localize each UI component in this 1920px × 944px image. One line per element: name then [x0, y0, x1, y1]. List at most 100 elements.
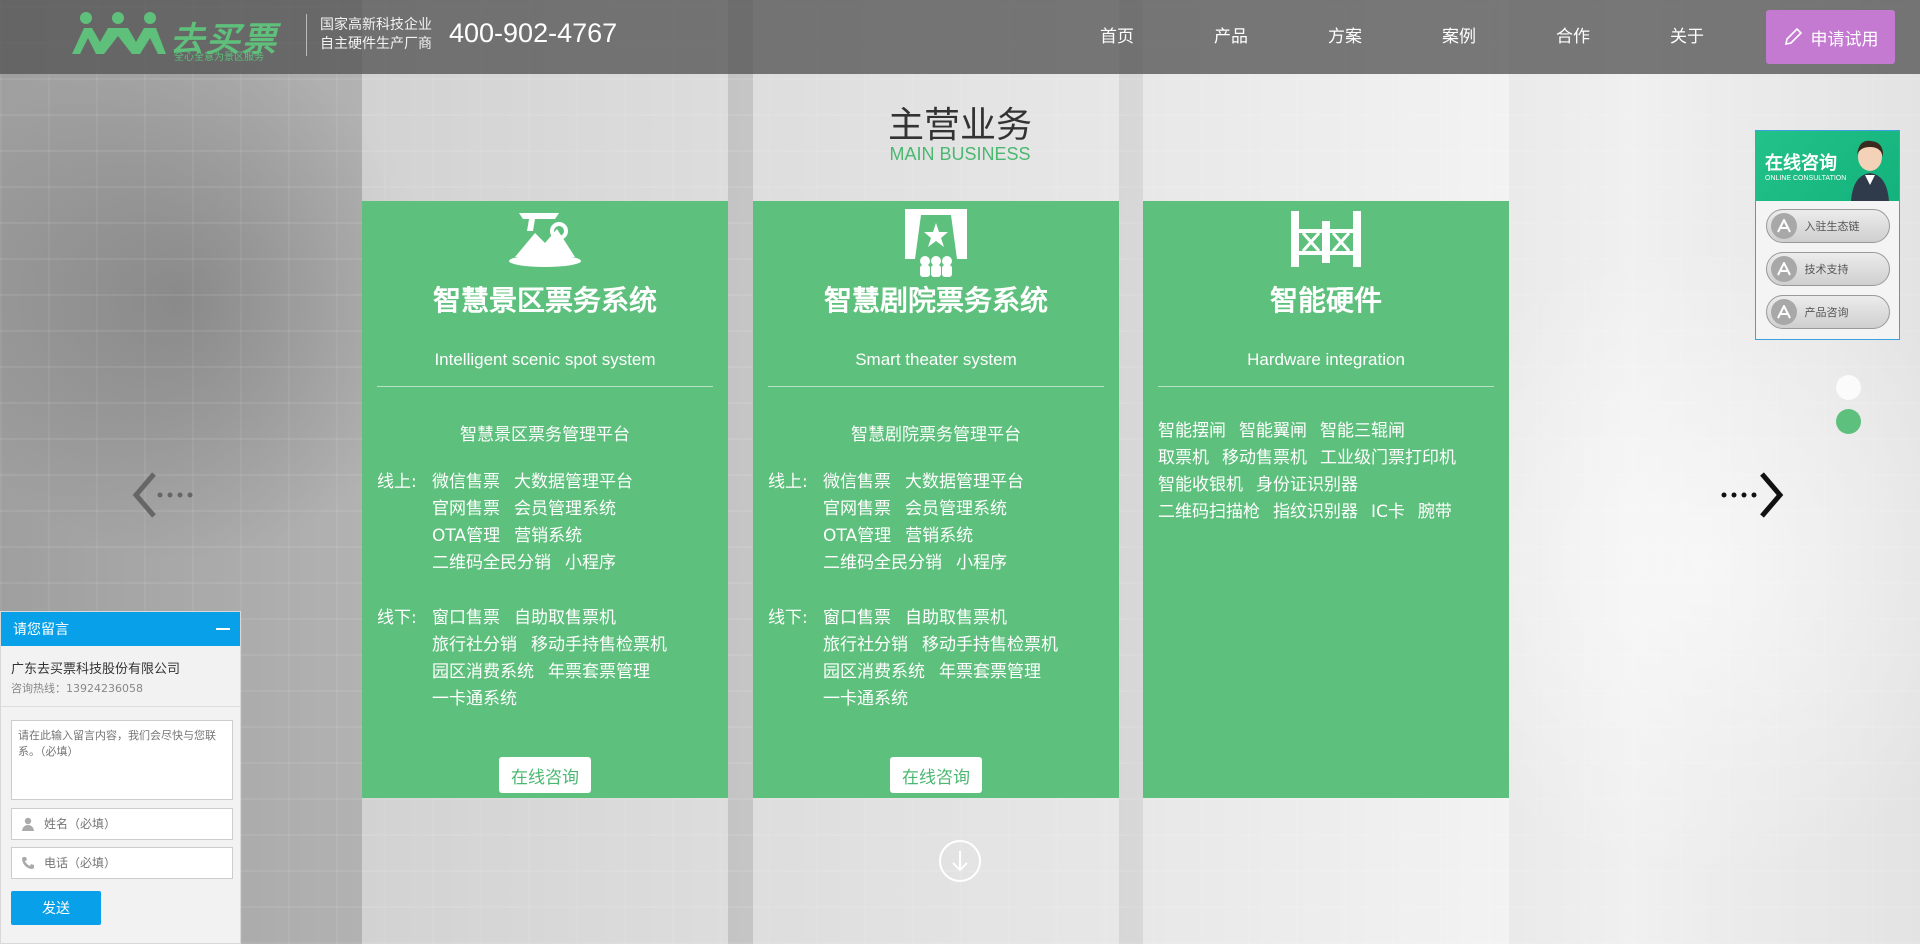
phone-field[interactable] [11, 847, 233, 879]
hardware-item: IC卡 [1371, 502, 1405, 522]
offline-label: 线下: [768, 608, 808, 628]
phone-input[interactable] [44, 856, 224, 870]
consult-option-product[interactable]: 产品咨询 [1765, 295, 1890, 329]
nav-cases[interactable]: 案例 [1402, 0, 1516, 74]
feature-item: 年票套票管理 [939, 662, 1041, 682]
online-label: 线上: [768, 472, 808, 492]
consult-widget-subtitle: ONLINE CONSULTATION [1765, 175, 1847, 182]
prev-slide-button[interactable] [130, 470, 200, 524]
card-divider [768, 386, 1104, 387]
apply-trial-label: 申请试用 [1810, 29, 1879, 50]
name-field[interactable] [11, 808, 233, 840]
feature-item: 窗口售票 [823, 608, 891, 628]
consult-option-label: 技术支持 [1804, 263, 1849, 276]
section-title: 主营业务 [887, 105, 1032, 146]
card-platform: 智慧剧院票务管理平台 [851, 425, 1021, 445]
scenic-mountain-icon [509, 213, 581, 267]
business-card-hardware: 智能硬件 Hardware integration 智能摆闸 智能翼闸 智能三辊闸 … [1143, 201, 1509, 798]
feature-item: 园区消费系统 [823, 662, 925, 682]
hardware-item: 智能摆闸 [1158, 421, 1226, 441]
feature-item: 园区消费系统 [432, 662, 534, 682]
header-divider [306, 14, 307, 56]
main-nav: 首页 产品 方案 案例 合作 关于 [1060, 0, 1744, 74]
nav-home[interactable]: 首页 [1060, 0, 1174, 74]
hardware-item: 工业级门票打印机 [1320, 448, 1456, 468]
leave-message-widget: 请您留言 广东去买票科技股份有限公司 咨询热线：13924236058 发送 [0, 611, 241, 944]
feature-item: OTA管理 [432, 526, 501, 546]
feature-item: 移动手持售检票机 [922, 635, 1058, 655]
apply-trial-button[interactable]: 申请试用 [1766, 10, 1895, 64]
message-widget-header: 请您留言 [1, 612, 240, 646]
hardware-item: 智能收银机 [1158, 475, 1243, 495]
section-subtitle: MAIN BUSINESS [889, 144, 1031, 164]
turnstile-gate-icon [1291, 211, 1361, 267]
hardware-item: 指纹识别器 [1273, 502, 1358, 522]
card-subtitle: Hardware integration [1247, 350, 1405, 369]
send-button[interactable]: 发送 [11, 891, 101, 925]
hardware-item: 智能三辊闸 [1320, 421, 1405, 441]
message-textarea[interactable] [11, 720, 233, 800]
scroll-down-button[interactable] [939, 840, 981, 882]
tagline-line: 自主硬件生产厂商 [320, 36, 432, 52]
feature-item: 一卡通系统 [823, 689, 908, 709]
feature-item: 官网售票 [823, 499, 891, 519]
slide-dot[interactable] [1836, 375, 1861, 400]
logo[interactable]: 去买票 全心全意为景区服务 [70, 10, 290, 63]
people-logo-icon [72, 12, 166, 54]
company-name: 广东去买票科技股份有限公司 [11, 662, 181, 677]
feature-item: 营销系统 [905, 526, 974, 546]
card-title: 智能硬件 [1269, 284, 1382, 317]
feature-item: 年票套票管理 [548, 662, 650, 682]
arrow-left-icon [132, 472, 193, 518]
hotline-text: 咨询热线：13924236058 [11, 682, 143, 695]
feature-item: 微信售票 [432, 472, 500, 492]
hardware-item: 移动售票机 [1222, 448, 1307, 468]
feature-item: 会员管理系统 [514, 499, 616, 519]
hardware-item: 身份证识别器 [1256, 475, 1358, 495]
consult-option-label: 产品咨询 [1804, 306, 1849, 319]
online-features: 线上: 微信售票 大数据管理平台 官网售票 会员管理系统 OTA管理 营销系统 二维码… [377, 469, 647, 577]
theater-icon [905, 209, 967, 277]
consult-option-ecosystem[interactable]: 入驻生态链 [1765, 209, 1890, 243]
user-icon [12, 817, 44, 831]
feature-item: 自助取售票机 [905, 608, 1007, 628]
company-tagline: 国家高新科技企业 自主硬件生产厂商 [320, 16, 432, 54]
divider [1, 706, 240, 707]
next-slide-button[interactable] [1718, 470, 1788, 524]
arrow-down-icon [952, 851, 968, 872]
hardware-item: 取票机 [1158, 448, 1209, 468]
feature-item: 窗口售票 [432, 608, 500, 628]
consult-option-tech-support[interactable]: 技术支持 [1765, 252, 1890, 286]
feature-item: 大数据管理平台 [905, 472, 1024, 492]
nav-cooperation[interactable]: 合作 [1516, 0, 1630, 74]
site-header: 去买票 全心全意为景区服务 国家高新科技企业 自主硬件生产厂商 400-902-… [0, 0, 1920, 74]
online-consult-widget: 在线咨询 ONLINE CONSULTATION 入驻生态链 技术支持 产品咨询 [1755, 130, 1900, 340]
feature-item: OTA管理 [823, 526, 892, 546]
hardware-item: 智能翼闸 [1239, 421, 1307, 441]
nav-products[interactable]: 产品 [1174, 0, 1288, 74]
feature-item: 小程序 [565, 553, 616, 573]
consult-widget-header[interactable]: 在线咨询 ONLINE CONSULTATION [1756, 131, 1899, 201]
name-input[interactable] [44, 817, 224, 831]
feature-item: 旅行社分销 [823, 635, 908, 655]
online-consult-button[interactable]: 在线咨询 [890, 757, 982, 793]
consult-option-label: 入驻生态链 [1804, 220, 1860, 233]
online-consult-button[interactable]: 在线咨询 [499, 757, 591, 793]
card-subtitle: Smart theater system [855, 350, 1017, 369]
slide-dot-active[interactable] [1836, 409, 1861, 434]
feature-item: 小程序 [956, 553, 1007, 573]
feature-item: 营销系统 [514, 526, 583, 546]
minimize-icon[interactable] [216, 628, 230, 630]
phone-icon [12, 856, 44, 870]
feature-item: 自助取售票机 [514, 608, 616, 628]
feature-item: 二维码全民分销 [823, 553, 942, 573]
chat-icon [1770, 299, 1797, 325]
online-label: 线上: [377, 472, 417, 492]
nav-solutions[interactable]: 方案 [1288, 0, 1402, 74]
card-platform: 智慧景区票务管理平台 [460, 425, 630, 445]
nav-about[interactable]: 关于 [1630, 0, 1744, 74]
chat-icon [1770, 213, 1797, 239]
card-subtitle: Intelligent scenic spot system [434, 350, 656, 369]
consult-options: 入驻生态链 技术支持 产品咨询 [1756, 201, 1899, 339]
feature-item: 二维码全民分销 [432, 553, 551, 573]
